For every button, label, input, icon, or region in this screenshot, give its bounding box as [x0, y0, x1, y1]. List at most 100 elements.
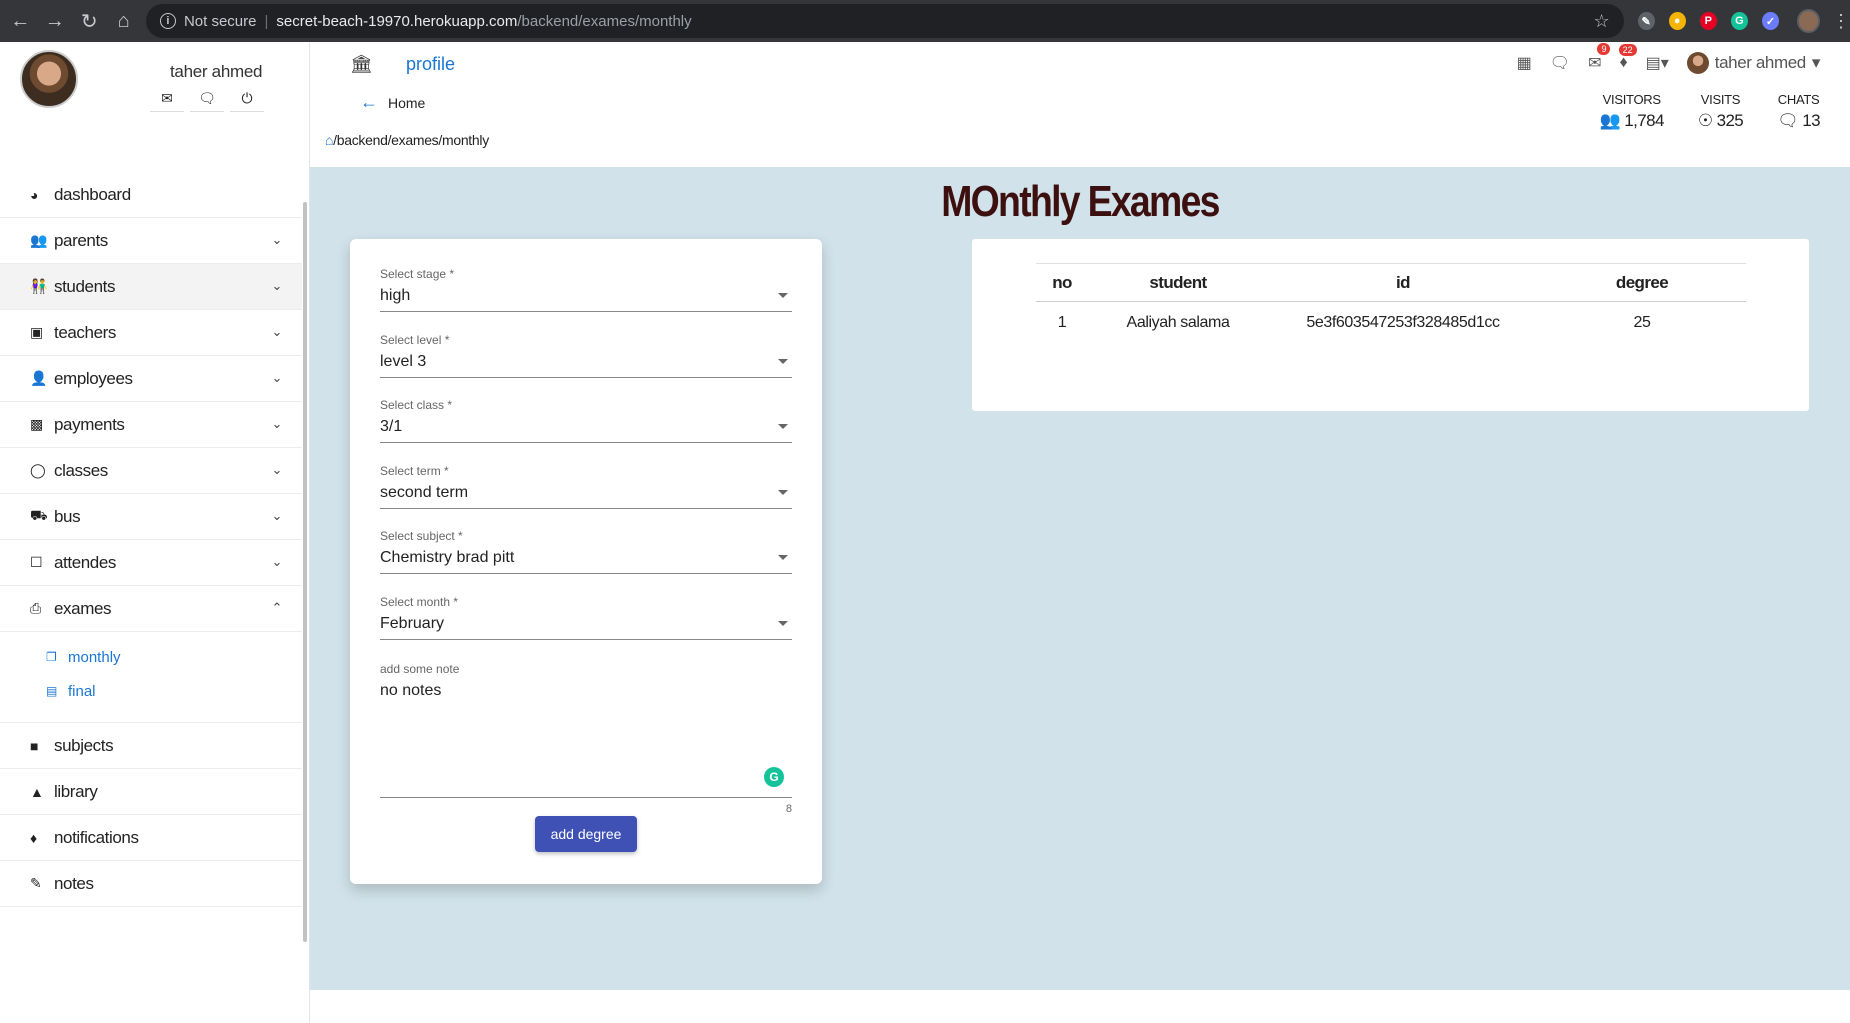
subject-select[interactable]: Select subject * Chemistry brad pitt — [380, 529, 792, 595]
bell-icon: ♦ — [30, 829, 37, 846]
sidebar-item-exames[interactable]: ⎙ exames ⌃ — [0, 586, 302, 632]
table-cell: 5e3f603547253f328485d1cc — [1306, 314, 1500, 331]
stat-value: 1,784 — [1624, 111, 1664, 130]
sidebar-item-students[interactable]: 👫 students ⌄ — [0, 264, 302, 310]
sidebar-item-classes[interactable]: ◯ classes ⌄ — [0, 448, 302, 494]
language-dropdown[interactable]: ▤▾ — [1646, 53, 1669, 73]
column-header[interactable]: no — [1036, 273, 1088, 293]
users-icon: 👥 — [30, 232, 48, 248]
mail-button[interactable]: ✉ 9 — [1588, 43, 1611, 73]
clipboard-icon: ☐ — [30, 554, 43, 570]
back-home-label: Home — [388, 94, 426, 111]
tachometer-icon: ◕ — [30, 186, 39, 203]
term-select[interactable]: Select term * second term — [380, 464, 792, 530]
bell-badge: 22 — [1618, 44, 1637, 56]
breadcrumb-path: /backend/exames/monthly — [333, 132, 489, 148]
sidebar-item-attendes[interactable]: ☐ attendes ⌄ — [0, 540, 302, 586]
school-icon[interactable]: 🏛 — [350, 54, 373, 75]
users-icon: 👥 — [1599, 111, 1621, 130]
sidebar-user-panel: taher ahmed ✉ 🗨 ⏻ — [0, 42, 309, 162]
power-icon[interactable]: ⏻ — [230, 86, 264, 112]
chevron-down-icon: ⌄ — [271, 324, 283, 339]
back-home-link[interactable]: ← Home — [360, 92, 425, 113]
chevron-down-icon: ⌄ — [271, 370, 283, 385]
column-header[interactable]: id — [1268, 273, 1538, 293]
sidebar-item-parents[interactable]: 👥 parents ⌄ — [0, 218, 302, 264]
sidebar-item-label: subjects — [54, 735, 114, 755]
sidebar-item-label: notes — [54, 873, 94, 893]
stat-visits: VISITS ☉ 325 — [1697, 92, 1744, 131]
chevron-down-icon: ⌄ — [271, 554, 283, 569]
sidebar-item-subjects[interactable]: ■ subjects — [0, 723, 302, 769]
sidebar-item-notes[interactable]: ✎ notes — [0, 861, 302, 907]
sidebar-item-label: notifications — [54, 827, 139, 847]
forward-arrow-icon[interactable]: → — [40, 6, 68, 36]
user-menu[interactable]: taher ahmed ▾ — [1686, 52, 1821, 74]
calendar-icon[interactable]: ▦ — [1517, 53, 1532, 73]
sidebar: taher ahmed ✉ 🗨 ⏻ ◕ dashboard 👥 parents … — [0, 42, 310, 1023]
chevron-down-icon: ⌄ — [271, 508, 283, 523]
comments-icon: 🗨 — [1777, 111, 1799, 130]
grammarly-icon[interactable]: G — [764, 767, 784, 787]
profile-link[interactable]: profile — [406, 54, 455, 75]
column-header[interactable]: degree — [1538, 273, 1746, 293]
circle-extension-icon[interactable]: ● — [1668, 12, 1686, 30]
note-textarea[interactable]: no notes G — [380, 682, 792, 798]
sidebar-item-label: bus — [54, 506, 81, 526]
sidebar-item-employees[interactable]: 👤 employees ⌄ — [0, 356, 302, 402]
home-icon[interactable]: ⌂ — [109, 6, 137, 36]
month-select[interactable]: Select month * February — [380, 595, 792, 661]
envelope-icon[interactable]: ✉ — [150, 86, 184, 112]
home-icon[interactable]: ⌂ — [325, 132, 333, 148]
level-select[interactable]: Select level * level 3 — [380, 333, 792, 399]
add-degree-button[interactable]: add degree — [535, 816, 637, 852]
caret-down-icon — [778, 620, 788, 626]
sidebar-item-teachers[interactable]: ▣ teachers ⌄ — [0, 310, 302, 356]
page-title: MOnthly Exames — [941, 177, 1220, 226]
file-export-icon: ⎙ — [30, 600, 41, 616]
url-path: /backend/exames/monthly — [517, 12, 692, 30]
results-table: no student id degree 1 Aaliyah salama 5e… — [1036, 263, 1746, 344]
sidebar-subitem-monthly[interactable]: ❐ monthly — [0, 640, 302, 674]
field-label: Select month * — [380, 594, 459, 609]
comments-icon[interactable]: 🗨 — [1550, 53, 1570, 73]
address-bar[interactable]: i Not secure | secret-beach-19970.heroku… — [145, 4, 1624, 38]
sidebar-item-label: teachers — [54, 322, 117, 342]
comments-icon[interactable]: 🗨 — [190, 86, 224, 112]
sidebar-subitem-final[interactable]: ▤ final — [0, 674, 302, 708]
info-icon[interactable]: i — [159, 13, 176, 29]
grammarly-extension-icon[interactable]: G — [1730, 12, 1748, 30]
class-select[interactable]: Select class * 3/1 — [380, 398, 792, 464]
notifications-button[interactable]: ♦ 22 — [1618, 44, 1637, 72]
book-icon: ■ — [30, 737, 39, 754]
browser-profile-avatar[interactable] — [1797, 9, 1821, 33]
sidebar-user-name: taher ahmed — [170, 62, 263, 81]
stat-label: VISITS — [1700, 92, 1741, 107]
sidebar-item-label: dashboard — [54, 184, 131, 204]
sidebar-item-dashboard[interactable]: ◕ dashboard — [0, 172, 302, 218]
stage-select[interactable]: Select stage * high — [380, 267, 792, 333]
pinterest-extension-icon[interactable]: P — [1699, 12, 1717, 30]
browser-menu-icon[interactable]: ⋮ — [1832, 11, 1850, 32]
globe-icon: ☉ — [1697, 111, 1713, 130]
sidebar-item-label: parents — [54, 230, 108, 250]
check-extension-icon[interactable]: ✓ — [1761, 12, 1780, 30]
back-arrow-icon[interactable]: ← — [6, 6, 34, 36]
column-header[interactable]: student — [1088, 273, 1268, 293]
sidebar-item-label: exames — [54, 598, 112, 618]
bookmark-star-icon[interactable]: ☆ — [1593, 11, 1609, 32]
pen-extension-icon[interactable]: ✎ — [1637, 12, 1655, 30]
wallet-icon: ▩ — [30, 416, 43, 432]
sidebar-item-library[interactable]: ▲ library — [0, 769, 302, 815]
caret-down-icon — [778, 293, 788, 298]
sidebar-item-payments[interactable]: ▩ payments ⌄ — [0, 402, 302, 448]
note-text: no notes — [380, 682, 442, 699]
chalkboard-teacher-icon: ▣ — [30, 324, 43, 340]
sidebar-scrollbar[interactable] — [303, 202, 307, 942]
reload-icon[interactable]: ↻ — [75, 6, 103, 36]
sidebar-item-bus[interactable]: ⛟ bus ⌄ — [0, 494, 302, 540]
caret-down-icon: ▾ — [1811, 53, 1821, 72]
field-value: high — [380, 287, 792, 312]
copy-icon: ❐ — [46, 650, 57, 664]
sidebar-item-notifications[interactable]: ♦ notifications — [0, 815, 302, 861]
